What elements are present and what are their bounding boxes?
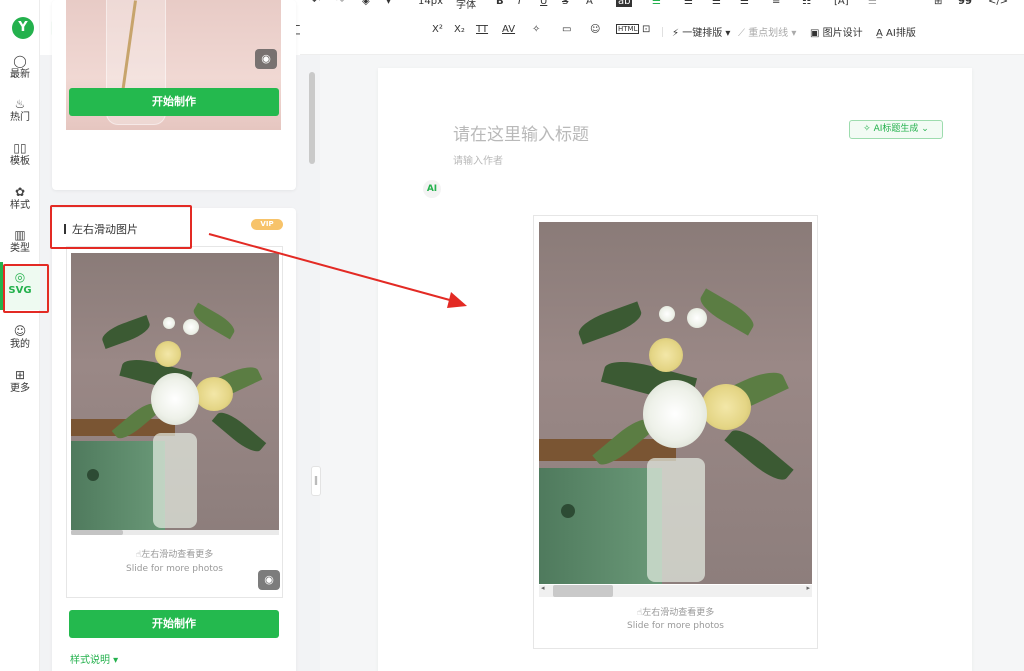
font-family-select[interactable]: 字体 (456, 0, 476, 11)
image-design-button[interactable]: ▣ 图片设计 (810, 24, 863, 39)
html-button[interactable]: HTML (616, 24, 640, 34)
redo-icon[interactable]: ↷ (336, 0, 344, 7)
arrow-line (208, 233, 458, 303)
strike-button[interactable]: S (562, 0, 568, 7)
bouquet-image-large (539, 222, 812, 584)
type-icon: ▥ (14, 228, 26, 242)
annotation-box-svg (3, 264, 49, 313)
ai-layout-button[interactable]: A̲ AI排版 (876, 24, 916, 39)
subscript-button[interactable]: X₂ (454, 24, 465, 35)
annotation-arrow (208, 233, 467, 308)
nav-item-hot[interactable]: ♨ 热门 (0, 96, 40, 134)
table-icon[interactable]: ⊞ (934, 0, 942, 7)
nav-item-template[interactable]: ▯▯ 模板 (0, 140, 40, 178)
magic-wand-icon[interactable]: ✧ (532, 24, 540, 35)
nav-item-latest[interactable]: ◯ 最新 (0, 53, 40, 91)
quote-button[interactable]: 99 (958, 0, 972, 7)
template-card-previous: ◉ 开始制作 (52, 0, 296, 190)
start-making-button[interactable]: 开始制作 (69, 88, 279, 116)
superscript-button[interactable]: X² (432, 24, 443, 35)
toolbar-divider (662, 27, 663, 37)
annotation-box-title (50, 205, 192, 249)
template-icon: ▯▯ (13, 141, 27, 155)
align-left-icon[interactable]: ☰ (652, 0, 661, 7)
letter-box-icon[interactable]: [A] (834, 0, 849, 7)
emoji-icon[interactable]: ☺ (590, 24, 600, 35)
gallery-scrollbar[interactable]: ◂ ▸ (539, 584, 812, 597)
chart-icon[interactable]: ▭ (562, 24, 571, 35)
scroll-left-icon[interactable]: ◂ (541, 584, 545, 592)
align-right-icon[interactable]: ☰ (712, 0, 721, 7)
panel-collapse-handle[interactable]: ‖ (311, 466, 321, 496)
ai-title-button[interactable]: ✧ AI标题生成 ⌄ (849, 120, 943, 139)
line-height-icon[interactable]: ≡ (772, 0, 780, 7)
code-button[interactable]: </> (988, 0, 1008, 7)
list-style-icon[interactable]: ☰ (740, 0, 749, 7)
divider-icon[interactable]: ☰ (868, 0, 877, 7)
undo-icon[interactable]: ↶ (312, 0, 320, 7)
editor-toolbar: ↶ ↷ ◈ ▾ 14px 字体 B I U S A ab ☰ ☰ ☰ ☰ ≡ ☷… (300, 0, 1024, 55)
chevron-down-icon: ⌄ (921, 124, 929, 134)
clear-format-icon[interactable]: ▾ (386, 0, 391, 7)
style-description-link[interactable]: 样式说明 ▾ (70, 651, 118, 666)
chat-icon: ◯ (13, 54, 27, 68)
align-center-icon[interactable]: ☰ (684, 0, 693, 7)
format-brush-icon[interactable]: ◈ (362, 0, 370, 7)
eye-icon[interactable]: ◉ (255, 49, 277, 69)
nav-item-more[interactable]: ⊞ 更多 (0, 367, 40, 405)
user-icon: ☺ (13, 324, 27, 338)
key-underline-button[interactable]: ⟋ 重点划线 ▾ (738, 24, 796, 39)
underline-button[interactable]: U (540, 0, 547, 7)
arrow-head (447, 292, 467, 308)
eye-icon[interactable]: ◉ (258, 570, 280, 590)
slide-hint-cn: ☝左右滑动查看更多 (135, 550, 214, 560)
inserted-slide-gallery[interactable]: ◂ ▸ ☝左右滑动查看更多 Slide for more photos (533, 215, 818, 649)
highlight-button[interactable]: ab (616, 0, 633, 7)
toolbox-icon[interactable]: ⊡ (642, 24, 650, 35)
author-input[interactable]: 请输入作者 (453, 152, 503, 167)
app-logo[interactable]: Y (12, 17, 34, 39)
text-style-button[interactable]: TT (476, 24, 488, 35)
panel-scrollbar[interactable] (309, 72, 315, 164)
fire-icon: ♨ (14, 97, 26, 111)
style-icon: ✿ (14, 185, 26, 199)
font-size-select[interactable]: 14px (418, 0, 443, 7)
bold-button[interactable]: B (496, 0, 504, 7)
nav-item-style[interactable]: ✿ 样式 (0, 184, 40, 222)
gallery-hint-en: Slide for more photos (627, 621, 724, 631)
letter-spacing-button[interactable]: AV (502, 24, 515, 35)
indent-icon[interactable]: ☷ (802, 0, 811, 7)
grid-icon: ⊞ (14, 368, 26, 382)
ai-assistant-icon[interactable]: AI (423, 180, 441, 198)
scroll-right-icon[interactable]: ▸ (806, 584, 810, 592)
nav-item-type[interactable]: ▥ 类型 (0, 227, 40, 265)
italic-button[interactable]: I (518, 0, 521, 7)
horizontal-scrollbar[interactable] (71, 530, 279, 535)
slide-hint-en: Slide for more photos (126, 564, 223, 574)
nav-item-mine[interactable]: ☺ 我的 (0, 323, 40, 361)
font-color-button[interactable]: A (586, 0, 593, 7)
editor-canvas: 请在这里输入标题 请输入作者 ✧ AI标题生成 ⌄ AI ◂ ▸ ☝左右滑动查看… (378, 68, 972, 671)
start-making-button[interactable]: 开始制作 (69, 610, 279, 638)
magic-wand-icon: ✧ (863, 124, 871, 134)
left-nav: Y ◯ 最新 ♨ 热门 ▯▯ 模板 ✿ 样式 ▥ 类型 ◎ SVG ☺ 我的 ⊞… (0, 0, 40, 671)
gallery-hint-cn: ☝左右滑动查看更多 (636, 608, 715, 618)
one-click-layout-button[interactable]: ⚡ 一键排版 ▾ (672, 24, 730, 39)
title-input[interactable]: 请在这里输入标题 (453, 120, 589, 145)
